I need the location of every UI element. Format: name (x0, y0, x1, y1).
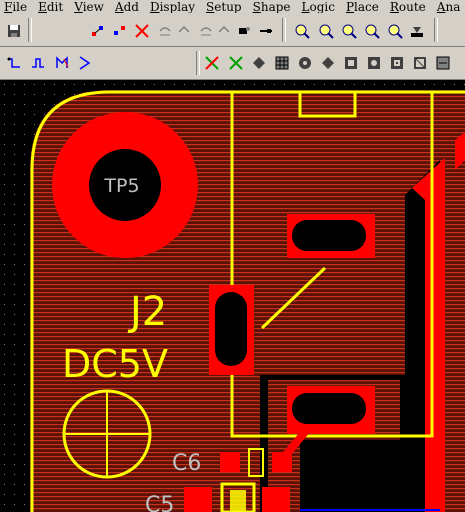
undo-icon[interactable] (155, 21, 175, 41)
c5-pad-1[interactable] (184, 487, 212, 512)
menu-setup[interactable]: Setup (206, 0, 242, 14)
route-icon[interactable] (4, 53, 24, 73)
c5-hatch (230, 490, 246, 512)
redo-icon[interactable] (174, 21, 194, 41)
stretch-icon[interactable] (234, 21, 254, 41)
toolbar-separator (434, 18, 438, 42)
menu-add[interactable]: Add (115, 0, 139, 14)
pad-icon[interactable] (295, 53, 315, 73)
zoom-out-icon[interactable] (316, 21, 336, 41)
add-via-icon[interactable] (110, 21, 130, 41)
copper-icon[interactable] (341, 53, 361, 73)
c5-pad-2[interactable] (262, 487, 290, 512)
save-icon[interactable] (4, 21, 24, 41)
j2-pad-2-hole (215, 292, 247, 366)
toolbar-separator (28, 18, 32, 42)
design-toolbar (0, 47, 465, 80)
menu-file[interactable]: File (4, 0, 27, 14)
c6-label: C6 (172, 451, 201, 476)
main-toolbar (0, 13, 465, 47)
split-icon[interactable] (256, 21, 276, 41)
zoom-previous-icon[interactable] (362, 21, 382, 41)
dc5v-label: DC5V (62, 342, 168, 386)
zoom-fit-icon[interactable] (339, 21, 359, 41)
tp5-label: TP5 (103, 175, 139, 197)
pcb-design-canvas[interactable]: TP5 J2 DC5V C6 C5 (0, 80, 465, 512)
menu-edit[interactable]: Edit (38, 0, 63, 14)
c6-pad-1[interactable] (220, 452, 240, 472)
zoom-selection-icon[interactable] (385, 21, 405, 41)
j2-pad-1-hole (292, 220, 366, 251)
unrats-icon[interactable] (226, 53, 246, 73)
add-connect-icon[interactable] (88, 21, 108, 41)
text-icon[interactable] (387, 53, 407, 73)
c6-pad-2[interactable] (272, 452, 292, 472)
toolbar-separator (282, 18, 286, 42)
menu-logic[interactable]: Logic (302, 0, 335, 14)
keepout-icon[interactable] (364, 53, 384, 73)
dimension-icon[interactable] (433, 53, 453, 73)
j2-pad-3-hole (292, 393, 366, 424)
via-icon[interactable] (318, 53, 338, 73)
board-icon[interactable] (410, 53, 430, 73)
ratsnest-icon[interactable] (202, 53, 222, 73)
fanout-icon[interactable] (214, 21, 234, 41)
shape-icon[interactable] (249, 53, 269, 73)
slide-icon[interactable] (196, 21, 216, 41)
redraw-icon[interactable] (407, 21, 427, 41)
triangle-icon[interactable] (74, 53, 94, 73)
menu-view[interactable]: View (74, 0, 104, 14)
toolbar-separator (196, 51, 200, 75)
j2-label: J2 (127, 289, 167, 335)
fanout-net-icon[interactable] (52, 53, 72, 73)
c5-label: C5 (145, 493, 174, 512)
menu-shape[interactable]: Shape (253, 0, 291, 14)
menu-analyze[interactable]: Ana (437, 0, 461, 14)
grid-icon[interactable] (272, 53, 292, 73)
menu-display[interactable]: Display (150, 0, 195, 14)
square-route-icon[interactable] (28, 53, 48, 73)
delete-icon[interactable] (132, 21, 152, 41)
menu-place[interactable]: Place (346, 0, 379, 14)
menu-route[interactable]: Route (390, 0, 426, 14)
menu-bar: File Edit View Add Display Setup Shape L… (0, 0, 465, 14)
zoom-in-icon[interactable] (292, 21, 312, 41)
